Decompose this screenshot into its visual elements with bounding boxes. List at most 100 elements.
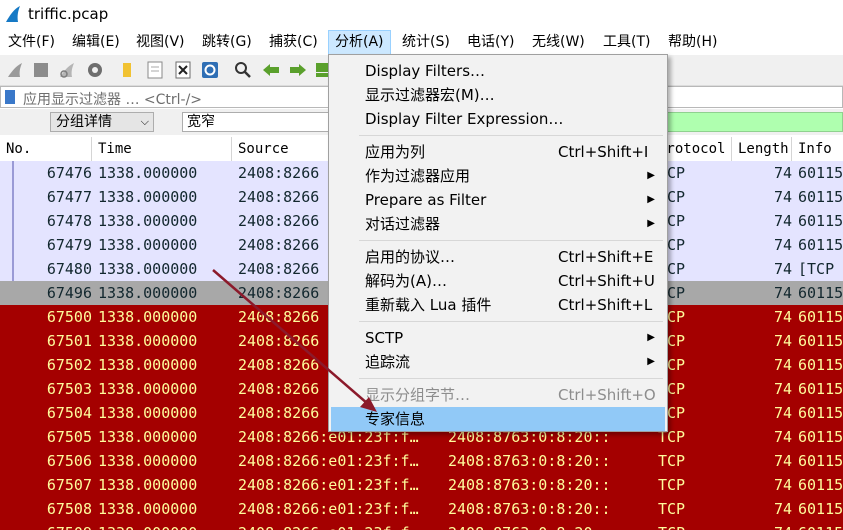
packet-info: 60115 [798,308,843,326]
packet-row[interactable]: 67508 1338.000000 2408:8266:e01:23f:f… 2408… [0,497,843,521]
menu-capture[interactable]: 捕获(C) [263,30,324,55]
packet-source: 2408:8266 [238,188,320,206]
menu-item-label: 追踪流 [365,353,411,371]
packet-source: 2408:8266 [238,260,320,278]
packet-source: 2408:8266 [238,164,320,182]
save-file-icon[interactable] [146,61,164,79]
packet-no: 67480 [46,260,92,278]
packet-time: 1338.000000 [98,404,198,422]
analyze-menu-item[interactable]: Display Filters… [331,59,665,83]
analyze-menu-item[interactable]: 重新载入 Lua 插件 Ctrl+Shift+L [331,293,665,317]
analyze-menu-item: 显示分组字节… Ctrl+Shift+O [331,383,665,407]
packet-no: 67496 [46,284,92,302]
packet-row[interactable]: 67506 1338.000000 2408:8266:e01:23f:f… 2408… [0,449,843,473]
menu-item-label: Display Filters… [365,62,486,80]
stop-square-icon[interactable] [32,61,50,79]
window-title: triffic.pcap [28,5,109,23]
menu-telephony[interactable]: 电话(Y) [461,30,520,55]
submenu-arrow-icon: ▶ [647,218,655,229]
analyze-menu-item[interactable]: Prepare as Filter ▶ [331,188,665,212]
packet-no: 67478 [46,212,92,230]
packet-length: 74 [773,452,792,470]
shark-fin-start-icon[interactable] [6,61,24,79]
menu-item-shortcut: Ctrl+Shift+U [558,272,655,290]
menu-view[interactable]: 视图(V) [130,30,191,55]
packet-info: 60115 [798,188,843,206]
packet-info: 60115 [798,212,843,230]
analyze-menu-item[interactable]: 对话过滤器 ▶ [331,212,665,236]
menu-item-shortcut: Ctrl+Shift+L [558,296,653,314]
packet-time: 1338.000000 [98,332,198,350]
charset-select[interactable]: 宽窄 [182,112,332,132]
analyze-menu-item[interactable]: 追踪流 ▶ [331,350,665,374]
packet-no: 67476 [46,164,92,182]
menu-edit[interactable]: 编辑(E) [66,30,126,55]
packet-length: 74 [773,404,792,422]
packet-protocol: TCP [658,452,686,470]
close-file-icon[interactable] [174,61,192,79]
packet-destination: 2408:8763:0:8:20:: [448,452,611,470]
packet-row[interactable]: 67509 1338.000000 2408:8266:e01:23f:f… 2408… [0,521,843,530]
go-back-icon[interactable] [262,61,280,79]
packet-source: 2408:8266 [238,332,320,350]
analyze-menu-item[interactable]: 应用为列 Ctrl+Shift+I [331,140,665,164]
packet-info: 60115 [798,500,843,518]
packet-source: 2408:8266 [238,356,320,374]
gear-options-icon[interactable] [86,61,104,79]
submenu-arrow-icon: ▶ [647,332,655,343]
packet-source: 2408:8266:e01:23f:f… [238,500,419,518]
menu-separator [359,135,663,136]
search-string-input[interactable] [666,112,843,132]
analyze-menu-item[interactable]: Display Filter Expression… [331,107,665,131]
bookmark-icon[interactable] [5,90,15,104]
submenu-arrow-icon: ▶ [647,194,655,205]
charset-value: 宽窄 [187,114,215,130]
menu-item-label: 解码为(A)… [365,272,447,290]
menu-item-shortcut: Ctrl+Shift+E [558,248,654,266]
open-folder-icon[interactable] [118,61,136,79]
menu-wireless[interactable]: 无线(W) [526,30,591,55]
analyze-menu-item[interactable]: SCTP ▶ [331,326,665,350]
search-icon[interactable] [234,61,252,79]
search-scope-select[interactable]: 分组详情 ⌵ [50,112,154,132]
packet-no: 67508 [46,500,92,518]
menu-help[interactable]: 帮助(H) [662,30,723,55]
analyze-menu-item[interactable]: 启用的协议… Ctrl+Shift+E [331,245,665,269]
analyze-menu-item[interactable]: 专家信息 [331,407,665,431]
packet-length: 74 [773,188,792,206]
analyze-menu-item[interactable]: 显示过滤器宏(M)… [331,83,665,107]
menu-analyze[interactable]: 分析(A) [328,30,391,55]
menu-item-label: 启用的协议… [365,248,456,266]
packet-destination: 2408:8763:0:8:20:: [448,500,611,518]
packet-source: 2408:8266 [238,212,320,230]
packet-source: 2408:8266 [238,404,320,422]
menu-file[interactable]: 文件(F) [2,30,61,55]
packet-no: 67502 [46,356,92,374]
packet-no: 67509 [0,521,92,530]
column-info[interactable]: Info [792,137,843,161]
title-bar: triffic.pcap [0,0,843,30]
packet-source: 2408:8266 [238,380,320,398]
restart-fin-icon[interactable] [58,61,76,79]
menu-tools[interactable]: 工具(T) [597,30,656,55]
packet-row[interactable]: 67507 1338.000000 2408:8266:e01:23f:f… 2408… [0,473,843,497]
menu-go[interactable]: 跳转(G) [196,30,258,55]
menu-separator [359,321,663,322]
menu-item-label: Prepare as Filter [365,191,487,209]
analyze-menu-item[interactable]: 作为过滤器应用 ▶ [331,164,665,188]
column-no[interactable]: No. [0,137,92,161]
go-forward-icon[interactable] [289,61,307,79]
menu-item-label: SCTP [365,329,404,347]
packet-time: 1338.000000 [98,260,198,278]
packet-length: 74 [736,521,792,530]
reload-icon[interactable] [201,61,219,79]
analyze-menu-item[interactable]: 解码为(A)… Ctrl+Shift+U [331,269,665,293]
column-length[interactable]: Length [732,137,792,161]
packet-no: 67506 [46,452,92,470]
packet-info: 60115 [798,452,843,470]
packet-source: 2408:8266 [238,236,320,254]
column-time[interactable]: Time [92,137,232,161]
menu-statistics[interactable]: 统计(S) [396,30,456,55]
packet-info: 60115 [798,428,843,446]
packet-time: 1338.000000 [98,284,198,302]
